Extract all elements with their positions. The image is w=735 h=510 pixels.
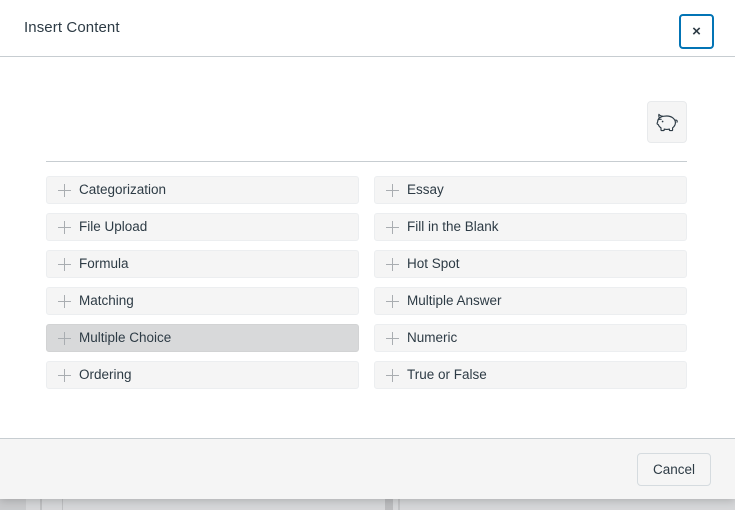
question-type-label: Fill in the Blank — [407, 219, 499, 234]
plus-icon — [58, 331, 71, 345]
question-type-multiple-choice[interactable]: Multiple Choice — [46, 324, 359, 352]
modal-header: Insert Content × — [0, 0, 735, 57]
question-type-hot-spot[interactable]: Hot Spot — [374, 250, 687, 278]
plus-icon — [58, 368, 71, 382]
question-type-formula[interactable]: Formula — [46, 250, 359, 278]
piggy-bank-button[interactable] — [647, 101, 687, 143]
question-type-categorization[interactable]: Categorization — [46, 176, 359, 204]
question-type-ordering[interactable]: Ordering — [46, 361, 359, 389]
question-type-fill-in-the-blank[interactable]: Fill in the Blank — [374, 213, 687, 241]
underlying-page-segment — [62, 498, 63, 510]
plus-icon — [386, 257, 399, 271]
plus-icon — [58, 183, 71, 197]
question-type-label: Multiple Choice — [79, 330, 172, 345]
modal-body: Categorization File Upload Formula Match… — [0, 57, 735, 438]
plus-icon — [386, 220, 399, 234]
close-button[interactable]: × — [679, 14, 714, 49]
question-type-grid: Categorization File Upload Formula Match… — [46, 176, 687, 389]
question-type-label: Ordering — [79, 367, 132, 382]
question-type-label: Matching — [79, 293, 134, 308]
insert-content-modal: Insert Content × Categorization File Upl… — [0, 0, 735, 499]
plus-icon — [386, 294, 399, 308]
underlying-page-segment — [385, 498, 393, 510]
question-type-label: Categorization — [79, 182, 167, 197]
question-type-multiple-answer[interactable]: Multiple Answer — [374, 287, 687, 315]
plus-icon — [386, 368, 399, 382]
question-type-label: Multiple Answer — [407, 293, 502, 308]
question-type-label: Formula — [79, 256, 129, 271]
piggy-bank-icon — [656, 113, 678, 132]
question-type-label: Essay — [407, 182, 444, 197]
plus-icon — [386, 331, 399, 345]
question-type-numeric[interactable]: Numeric — [374, 324, 687, 352]
plus-icon — [386, 183, 399, 197]
plus-icon — [58, 220, 71, 234]
close-icon: × — [692, 22, 701, 40]
page-title: Insert Content — [24, 19, 120, 36]
question-type-file-upload[interactable]: File Upload — [46, 213, 359, 241]
question-type-essay[interactable]: Essay — [374, 176, 687, 204]
question-type-label: Numeric — [407, 330, 458, 345]
toolbar — [46, 101, 687, 149]
question-type-matching[interactable]: Matching — [46, 287, 359, 315]
underlying-page-segment — [0, 498, 26, 510]
question-type-label: File Upload — [79, 219, 148, 234]
body-divider — [46, 161, 687, 162]
question-type-true-or-false[interactable]: True or False — [374, 361, 687, 389]
modal-footer: Cancel — [0, 438, 735, 499]
underlying-page-segment — [398, 498, 400, 510]
underlying-page-strip — [0, 498, 735, 510]
plus-icon — [58, 257, 71, 271]
underlying-page-segment — [40, 498, 42, 510]
question-type-label: True or False — [407, 367, 487, 382]
question-type-label: Hot Spot — [407, 256, 460, 271]
cancel-button[interactable]: Cancel — [637, 453, 711, 486]
plus-icon — [58, 294, 71, 308]
